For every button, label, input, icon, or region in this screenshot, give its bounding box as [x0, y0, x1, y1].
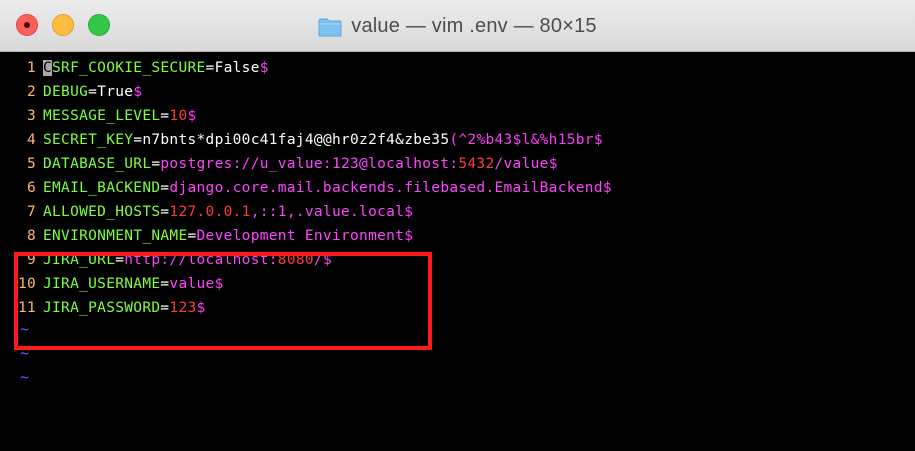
env-key: JIRA_USERNAME [43, 276, 161, 292]
env-value: django.core.mail.backends.filebased.Emai… [169, 180, 603, 196]
terminal-window: value — vim .env — 80×15 1 CSRF_COOKIE_SE… [0, 0, 915, 451]
env-key: SECRET_KEY [43, 132, 134, 148]
eol-marker: $ [196, 300, 206, 316]
empty-line-marker: ~ [20, 344, 30, 362]
cursor[interactable]: C [43, 60, 53, 76]
folder-icon [318, 18, 342, 36]
eol-marker: $ [133, 84, 143, 100]
env-key: MESSAGE_LEVEL [43, 108, 161, 124]
env-key: SRF_COOKIE_SECURE [52, 60, 206, 76]
line-number: 5 [26, 156, 36, 172]
env-value: http://localhost: [124, 252, 278, 268]
env-key: JIRA_PASSWORD [43, 300, 161, 316]
eol-marker: $ [214, 276, 224, 292]
text-segment: = [205, 60, 215, 76]
env-value: value [169, 276, 215, 292]
vim-editor[interactable]: 1 CSRF_COOKIE_SECURE=False$ 2 DEBUG=True$ … [0, 56, 915, 451]
env-key: DEBUG [43, 84, 89, 100]
empty-line-marker: ~ [20, 368, 30, 386]
env-value-number: 5432 [458, 156, 495, 172]
env-value-number: 8080 [277, 252, 314, 268]
line-number: 3 [26, 108, 36, 124]
editor-line: 4 SECRET_KEY=n7bnts*dpi00c41faj4@@hr0z2f4… [0, 128, 603, 152]
env-value-suffix: /value [494, 156, 549, 172]
editor-line: 6 EMAIL_BACKEND=django.core.mail.backends… [0, 176, 612, 200]
title-bar[interactable]: value — vim .env — 80×15 [0, 0, 915, 52]
editor-line: 1 CSRF_COOKIE_SECURE=False$ [0, 56, 269, 80]
text-segment: = [115, 252, 125, 268]
env-value: 123 [169, 300, 197, 316]
env-value: False [214, 60, 260, 76]
empty-line-marker: ~ [20, 320, 30, 338]
editor-line: 10 JIRA_USERNAME=value$ [0, 272, 224, 296]
eol-marker: $ [404, 228, 414, 244]
line-number: 10 [17, 276, 36, 292]
eol-marker: $ [259, 60, 269, 76]
env-value: Development Environment [196, 228, 405, 244]
line-number: 4 [26, 132, 36, 148]
line-number: 8 [26, 228, 36, 244]
editor-line: 11 JIRA_PASSWORD=123$ [0, 296, 206, 320]
env-value: postgres://u_value:123@localhost: [160, 156, 459, 172]
eol-marker: $ [548, 156, 558, 172]
eol-marker: $ [593, 132, 603, 148]
env-value: 10 [169, 108, 188, 124]
env-value: ,::1,.value.local [250, 204, 405, 220]
env-key: ALLOWED_HOSTS [43, 204, 161, 220]
line-number: 2 [26, 84, 36, 100]
line-number: 7 [26, 204, 36, 220]
env-key: DATABASE_URL [43, 156, 152, 172]
line-number: 9 [26, 252, 36, 268]
eol-marker: $ [187, 108, 197, 124]
eol-marker: $ [404, 204, 414, 220]
text-segment: = [187, 228, 197, 244]
editor-line: 5 DATABASE_URL=postgres://u_value:123@loc… [0, 152, 558, 176]
editor-line: 3 MESSAGE_LEVEL=10$ [0, 104, 197, 128]
env-value: True [97, 84, 134, 100]
window-title: value — vim .env — 80×15 [0, 0, 915, 52]
env-value-suffix: / [313, 252, 323, 268]
editor-line: 8 ENVIRONMENT_NAME=Development Environmen… [0, 224, 413, 248]
line-number: 1 [26, 60, 36, 76]
env-value-special: (^2%b43$l&%h15br [449, 132, 594, 148]
env-key: JIRA_URL [43, 252, 116, 268]
eol-marker: $ [322, 252, 332, 268]
env-key: EMAIL_BACKEND [43, 180, 161, 196]
editor-line: 9 JIRA_URL=http://localhost:8080/$ [0, 248, 332, 272]
line-number: 11 [17, 300, 36, 316]
env-value-number: 127.0.0.1 [169, 204, 251, 220]
text-segment: = [133, 132, 143, 148]
editor-line: 2 DEBUG=True$ [0, 80, 142, 104]
window-title-text: value — vim .env — 80×15 [351, 14, 597, 37]
editor-line: 7 ALLOWED_HOSTS=127.0.0.1,::1,.value.loca… [0, 200, 413, 224]
eol-marker: $ [602, 180, 612, 196]
env-value: n7bnts*dpi00c41faj4@@hr0z2f4&zbe35 [142, 132, 450, 148]
env-key: ENVIRONMENT_NAME [43, 228, 188, 244]
line-number: 6 [26, 180, 36, 196]
text-segment: = [88, 84, 98, 100]
